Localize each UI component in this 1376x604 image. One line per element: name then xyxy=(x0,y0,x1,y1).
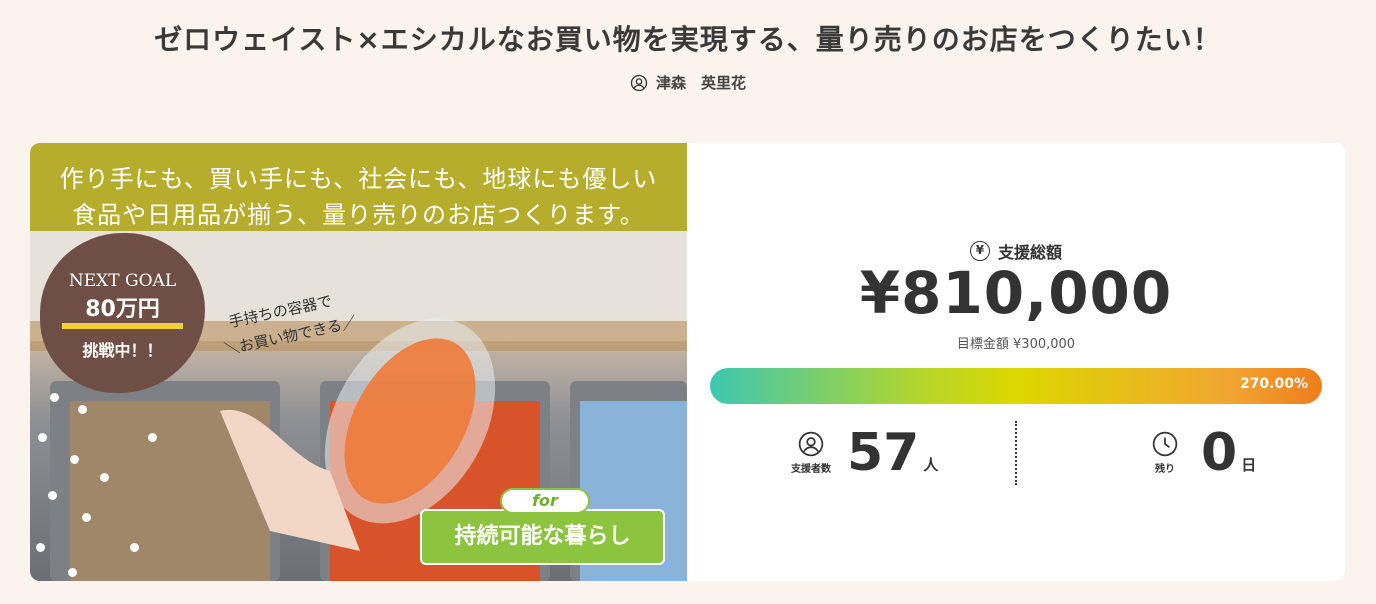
goal-amount: 目標金額 ¥300,000 xyxy=(956,337,1076,352)
supporters-label: 支援者数 xyxy=(791,464,831,475)
supporters-unit: 人 xyxy=(923,455,939,474)
remaining-metric: 残り 0 日 xyxy=(1139,423,1256,483)
hero-image: 作り手にも、買い手にも、社会にも、地球にも優しい 食品や日用品が揃う、量り売りの… xyxy=(30,143,687,581)
sustainable-tag: 持続可能な暮らし for xyxy=(420,488,665,565)
remaining-unit: 日 xyxy=(1241,455,1257,474)
hero-banner: 作り手にも、買い手にも、社会にも、地球にも優しい 食品や日用品が揃う、量り売りの… xyxy=(30,143,687,231)
progress-bar: 270.00% xyxy=(710,368,1322,404)
supporters-metric: 支援者数 57 人 xyxy=(785,423,938,483)
next-goal-label: NEXT GOAL xyxy=(68,271,177,291)
total-amount: ¥810,000 xyxy=(859,259,1173,327)
yen-icon: ¥ xyxy=(969,241,990,261)
user-icon xyxy=(630,74,648,91)
stats-divider xyxy=(1015,421,1017,485)
project-card: 作り手にも、買い手にも、社会にも、地球にも優しい 食品や日用品が揃う、量り売りの… xyxy=(30,143,1345,581)
challenge-label: 挑戦中！！ xyxy=(82,341,163,360)
funding-stats: ¥ 支援総額 ¥810,000 目標金額 ¥300,000 270.00% 支援… xyxy=(687,143,1345,581)
user-icon xyxy=(798,431,824,457)
hero-banner-line1: 作り手にも、買い手にも、社会にも、地球にも優しい xyxy=(59,165,658,193)
project-owner[interactable]: 津森 英里花 xyxy=(0,72,1376,93)
sustainable-label: 持続可能な暮らし xyxy=(420,509,665,565)
remaining-count: 0 xyxy=(1201,423,1238,483)
project-title: ゼロウェイスト×エシカルなお買い物を実現する、量り売りのお店をつくりたい！ xyxy=(154,23,1222,56)
progress-percent: 270.00% xyxy=(1239,376,1308,392)
clock-icon xyxy=(1152,431,1178,457)
owner-name: 津森 英里花 xyxy=(655,74,746,92)
supporters-count: 57 xyxy=(847,423,920,483)
hero-banner-line2: 食品や日用品が揃う、量り売りのお店つくります。 xyxy=(72,201,645,229)
for-label: for xyxy=(500,488,590,514)
next-goal-amount: 80万円 xyxy=(62,297,183,329)
remaining-label: 残り xyxy=(1155,464,1175,475)
